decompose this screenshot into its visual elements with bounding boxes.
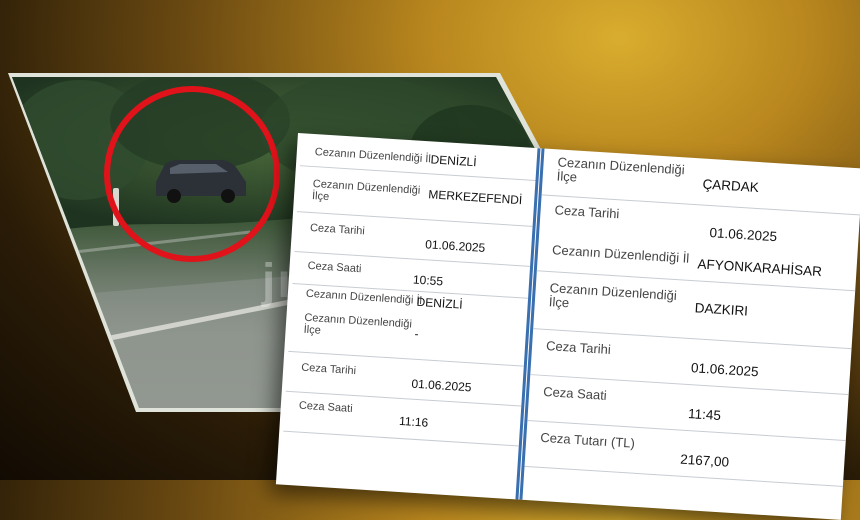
records-left-column: Cezanın Düzenlendiği İl DENİZLİ Cezanın … (280, 133, 538, 499)
penalty-records-sheet: Cezanın Düzenlendiği İl DENİZLİ Cezanın … (275, 133, 860, 520)
highlight-circle (104, 86, 280, 262)
records-right-column: Cezanın Düzenlendiği İlçe ÇARDAK Ceza Ta… (519, 148, 860, 520)
